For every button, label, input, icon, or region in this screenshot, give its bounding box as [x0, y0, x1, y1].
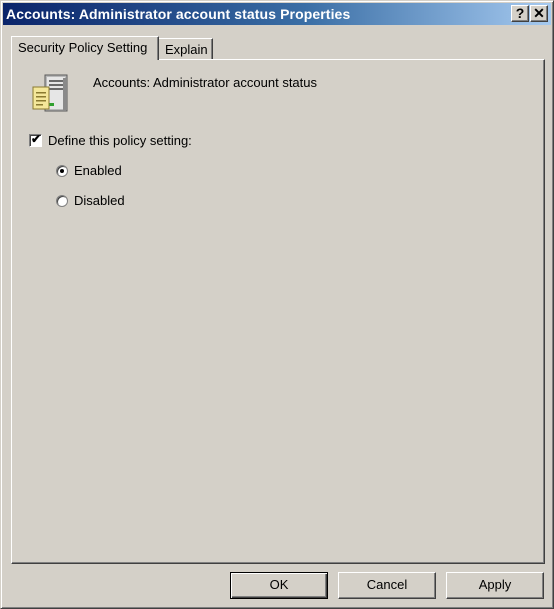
ok-button[interactable]: OK	[230, 572, 328, 599]
tab-security-policy-setting[interactable]: Security Policy Setting	[11, 36, 159, 60]
close-icon: ✕	[533, 5, 545, 21]
tab-label: Explain	[165, 42, 208, 57]
title-bar[interactable]: Accounts: Administrator account status P…	[3, 3, 551, 25]
window-title: Accounts: Administrator account status P…	[6, 6, 351, 22]
help-icon: ?	[515, 5, 525, 21]
cancel-button[interactable]: Cancel	[338, 572, 436, 599]
tab-label: Security Policy Setting	[18, 40, 148, 55]
help-button[interactable]: ?	[511, 5, 529, 22]
tab-explain[interactable]: Explain	[158, 38, 213, 59]
tab-panel	[11, 59, 545, 564]
close-button[interactable]: ✕	[530, 5, 548, 22]
apply-button[interactable]: Apply	[446, 572, 544, 599]
properties-dialog: Accounts: Administrator account status P…	[0, 0, 554, 609]
